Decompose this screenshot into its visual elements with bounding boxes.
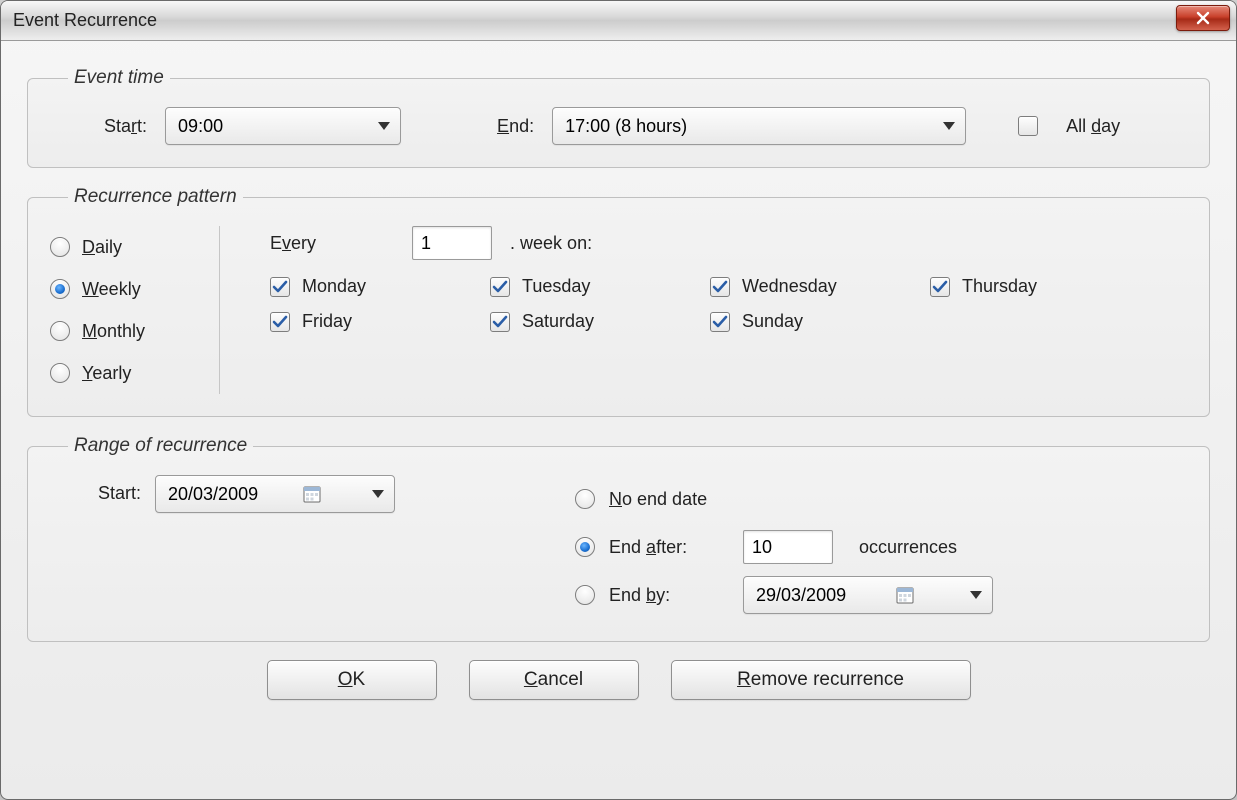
label-start-time: Start:	[104, 116, 147, 137]
checkbox-tuesday[interactable]	[490, 277, 510, 297]
group-event-time: Event time Start: 09:00 End: 17:00 (8 ho…	[27, 67, 1210, 168]
dialog-window: Event Recurrence Event time Start: 09:00…	[0, 0, 1237, 800]
radio-end-after[interactable]	[575, 537, 595, 557]
chevron-down-icon	[970, 591, 982, 599]
select-end-time[interactable]: 17:00 (8 hours)	[552, 107, 966, 145]
title-bar: Event Recurrence	[1, 1, 1236, 41]
label-end-time: End:	[497, 116, 534, 137]
label-wednesday: Wednesday	[742, 276, 837, 297]
chevron-down-icon	[378, 122, 390, 130]
label-monday: Monday	[302, 276, 366, 297]
select-start-time[interactable]: 09:00	[165, 107, 401, 145]
label-daily: Daily	[82, 237, 122, 258]
dialog-client-area: Event time Start: 09:00 End: 17:00 (8 ho…	[1, 41, 1236, 799]
label-saturday: Saturday	[522, 311, 594, 332]
datepicker-end-by-value: 29/03/2009	[756, 585, 846, 606]
window-title: Event Recurrence	[13, 10, 157, 31]
input-every-n[interactable]: 1	[412, 226, 492, 260]
legend-recurrence-pattern: Recurrence pattern	[68, 186, 243, 208]
radio-weekly[interactable]	[50, 279, 70, 299]
close-button[interactable]	[1176, 5, 1230, 31]
legend-event-time: Event time	[68, 67, 170, 89]
label-end-by: End by:	[609, 585, 729, 606]
checkbox-wednesday[interactable]	[710, 277, 730, 297]
cancel-button[interactable]: Cancel	[469, 660, 639, 700]
label-every: Every	[270, 233, 316, 254]
checkbox-sunday[interactable]	[710, 312, 730, 332]
label-tuesday: Tuesday	[522, 276, 590, 297]
datepicker-end-by[interactable]: 29/03/2009	[743, 576, 993, 614]
label-week-on: . week on:	[510, 233, 592, 254]
remove-recurrence-button-label: Remove recurrence	[737, 669, 904, 691]
range-end-radio-group: No end date End after: 10 occurrences En…	[455, 475, 1187, 619]
legend-range: Range of recurrence	[68, 435, 253, 457]
weekday-checkbox-grid: Monday Tuesday Wednesday Thursday	[270, 276, 1187, 332]
ok-button[interactable]: OK	[267, 660, 437, 700]
radio-daily[interactable]	[50, 237, 70, 257]
input-occurrences[interactable]: 10	[743, 530, 833, 564]
label-range-start: Start:	[98, 483, 141, 504]
radio-monthly[interactable]	[50, 321, 70, 341]
label-friday: Friday	[302, 311, 352, 332]
label-yearly: Yearly	[82, 363, 131, 384]
checkbox-thursday[interactable]	[930, 277, 950, 297]
label-no-end-date: No end date	[609, 489, 707, 510]
radio-end-by[interactable]	[575, 585, 595, 605]
select-end-time-value: 17:00 (8 hours)	[565, 116, 687, 137]
checkbox-saturday[interactable]	[490, 312, 510, 332]
label-sunday: Sunday	[742, 311, 803, 332]
ok-button-label: OK	[338, 669, 365, 691]
label-weekly: Weekly	[82, 279, 141, 300]
select-start-time-value: 09:00	[178, 116, 223, 137]
group-recurrence-pattern: Recurrence pattern Daily Weekly Monthly	[27, 186, 1210, 417]
label-occurrences: occurrences	[859, 537, 957, 558]
radio-no-end-date[interactable]	[575, 489, 595, 509]
input-every-n-value: 1	[421, 233, 431, 254]
checkbox-monday[interactable]	[270, 277, 290, 297]
datepicker-range-start-value: 20/03/2009	[168, 484, 258, 505]
checkbox-friday[interactable]	[270, 312, 290, 332]
label-all-day: All day	[1066, 116, 1120, 137]
dialog-button-row: OK Cancel Remove recurrence	[19, 660, 1218, 700]
radio-yearly[interactable]	[50, 363, 70, 383]
datepicker-range-start[interactable]: 20/03/2009	[155, 475, 395, 513]
calendar-icon	[896, 586, 914, 604]
close-icon	[1196, 11, 1210, 25]
group-range-of-recurrence: Range of recurrence Start: 20/03/2009	[27, 435, 1210, 642]
label-monthly: Monthly	[82, 321, 145, 342]
chevron-down-icon	[372, 490, 384, 498]
chevron-down-icon	[943, 122, 955, 130]
label-end-after: End after:	[609, 537, 729, 558]
input-occurrences-value: 10	[752, 537, 772, 558]
calendar-icon	[303, 485, 321, 503]
frequency-radio-group: Daily Weekly Monthly Yearly	[50, 226, 220, 394]
cancel-button-label: Cancel	[524, 669, 583, 691]
checkbox-all-day[interactable]	[1018, 116, 1038, 136]
remove-recurrence-button[interactable]: Remove recurrence	[671, 660, 971, 700]
label-thursday: Thursday	[962, 276, 1037, 297]
